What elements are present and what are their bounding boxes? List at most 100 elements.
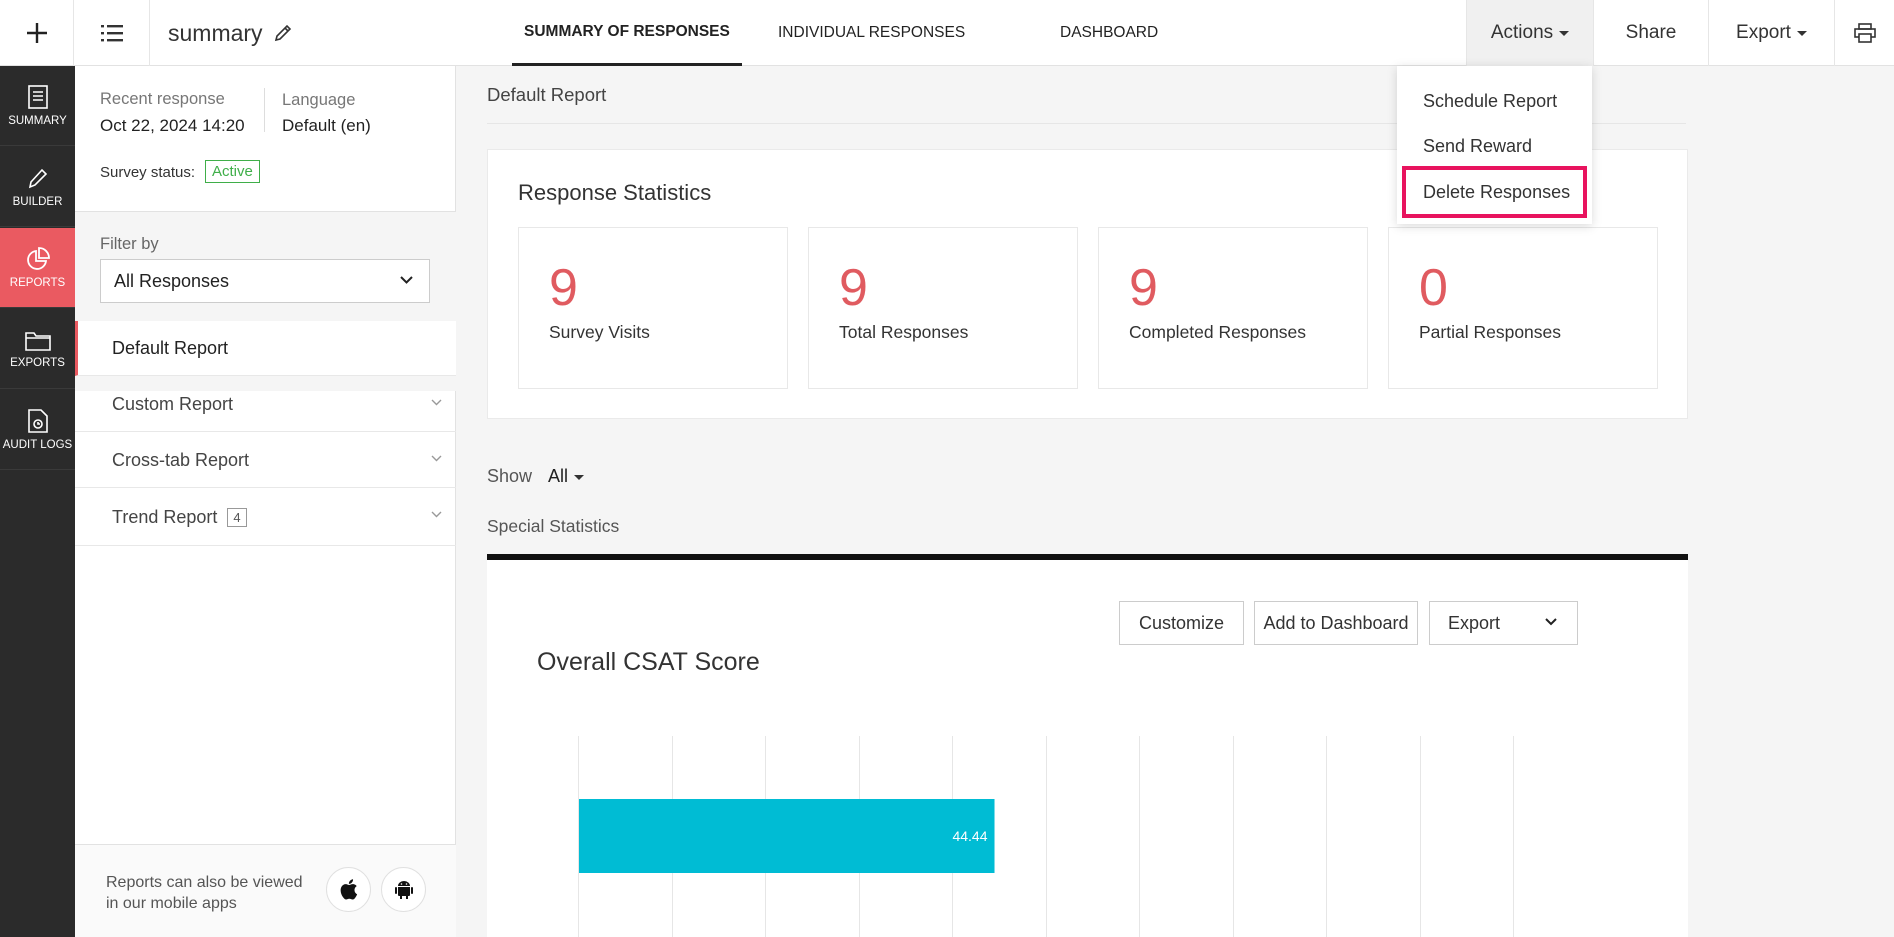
add-to-dashboard-button[interactable]: Add to Dashboard [1254,601,1418,645]
menu-item-label: Send Reward [1423,135,1533,156]
left-navigation: SUMMARY BUILDER REPORTS EXPORTS AUDIT LO… [0,66,75,937]
csat-bar-chart: 44.44 [578,736,1514,937]
bar-data-label: 44.44 [952,828,987,844]
language-value: Default (en) [282,116,371,135]
show-filter-dropdown[interactable]: All [548,466,585,487]
special-statistics-label: Special Statistics [487,516,620,536]
folder-icon [24,331,51,351]
bar[interactable] [579,799,995,873]
divider [264,88,265,132]
android-app-button[interactable] [381,867,426,912]
survey-status-label: Survey status: [100,164,196,181]
nav-label: AUDIT LOGS [2,438,73,451]
tab-summary-of-responses[interactable]: SUMMARY OF RESPONSES [512,0,742,66]
report-item-label: Default Report [112,337,229,358]
chevron-down-icon [1545,618,1557,626]
highlight-box [1402,166,1587,218]
stat-completed-responses: 9 Completed Responses [1098,227,1368,389]
add-button[interactable] [0,0,74,66]
report-item-custom[interactable]: Custom Report [75,377,456,432]
list-menu-icon [100,25,123,42]
top-bar: summary SUMMARY OF RESPONSES INDIVIDUAL … [0,0,1894,66]
export-label: Export [1736,22,1791,43]
report-item-label: Custom Report [112,393,234,414]
stat-label: Partial Responses [1419,322,1562,342]
menu-item-schedule-report[interactable]: Schedule Report [1397,81,1592,121]
survey-title: summary [168,20,263,46]
report-item-trend[interactable]: Trend Report 4 [75,489,456,546]
filter-select[interactable]: All Responses [100,259,430,303]
actions-button[interactable]: Actions [1466,0,1593,66]
language-label: Language [282,91,356,109]
stat-label: Total Responses [839,322,969,342]
stat-total-responses: 9 Total Responses [808,227,1078,389]
status-badge: Active [205,160,260,183]
filter-select-value: All Responses [114,270,230,291]
report-title: Default Report [487,84,607,105]
ios-app-button[interactable] [326,867,371,912]
mobile-apps-footer: Reports can also be viewed in our mobile… [75,844,456,937]
share-label: Share [1625,22,1677,43]
report-item-default[interactable]: Default Report [75,321,456,376]
chart-export-label: Export [1448,612,1501,633]
chevron-down-icon [431,455,442,462]
menu-button[interactable] [74,0,150,66]
tab-dashboard[interactable]: DASHBOARD [1060,0,1158,66]
chart-export-dropdown[interactable]: Export [1429,601,1578,645]
tab-label: SUMMARY OF RESPONSES [524,22,730,40]
stat-survey-visits: 9 Survey Visits [518,227,788,389]
report-item-label: Trend Report [112,506,218,527]
document-icon [27,84,48,109]
nav-exports[interactable]: EXPORTS [0,309,75,389]
export-menu-button[interactable]: Export [1708,0,1834,66]
audit-log-icon [27,408,48,433]
stat-label: Completed Responses [1129,322,1307,342]
nav-reports[interactable]: REPORTS [0,228,75,308]
print-button[interactable] [1834,0,1894,66]
apple-icon [340,879,357,900]
nav-label: EXPORTS [10,356,65,369]
edit-pencil-icon[interactable] [272,22,294,44]
nav-label: BUILDER [12,195,63,208]
survey-info: Recent response Oct 22, 2024 14:20 Langu… [75,66,456,211]
customize-button[interactable]: Customize [1119,601,1244,645]
stat-value: 9 [1129,259,1158,317]
android-icon [394,880,413,899]
main-content: Default Report Response Statistics 9 Sur… [456,66,1894,937]
show-label: Show [487,466,533,486]
share-button[interactable]: Share [1593,0,1708,66]
recent-response-value: Oct 22, 2024 14:20 [100,116,245,135]
recent-response-label: Recent response [100,90,225,108]
actions-dropdown-menu: Schedule Report Send Reward Delete Respo… [1397,66,1592,224]
caret-down-icon [1796,30,1807,36]
stat-label: Survey Visits [549,322,650,342]
nav-builder[interactable]: BUILDER [0,147,75,227]
stat-value: 0 [1419,259,1448,317]
tab-individual-responses[interactable]: INDIVIDUAL RESPONSES [778,0,965,66]
report-item-cross-tab[interactable]: Cross-tab Report [75,433,456,488]
customize-label: Customize [1138,612,1225,633]
count-badge: 4 [227,507,247,527]
pie-chart-icon [26,246,50,270]
csat-chart-title: Overall CSAT Score [537,648,760,676]
actions-label: Actions [1490,22,1554,43]
show-filter-value: All [548,466,569,486]
stat-value: 9 [549,259,578,317]
csat-score-card: Customize Add to Dashboard Export Overal… [487,554,1688,937]
response-statistics-title: Response Statistics [518,180,712,205]
caret-down-icon [1559,30,1570,36]
nav-audit-logs[interactable]: AUDIT LOGS [0,390,75,470]
pencil-icon [28,168,47,188]
menu-item-send-reward[interactable]: Send Reward [1397,126,1592,166]
nav-label: REPORTS [9,276,66,289]
plus-icon [26,23,47,43]
nav-summary[interactable]: SUMMARY [0,66,75,146]
tab-label: INDIVIDUAL RESPONSES [778,24,966,41]
caret-down-icon [574,474,585,480]
chevron-down-icon [431,511,442,518]
chevron-down-icon [400,276,413,284]
menu-item-label: Schedule Report [1423,90,1558,111]
tab-label: DASHBOARD [1060,24,1159,41]
report-sidepanel: Recent response Oct 22, 2024 14:20 Langu… [75,66,456,937]
filter-by-label: Filter by [100,235,159,253]
